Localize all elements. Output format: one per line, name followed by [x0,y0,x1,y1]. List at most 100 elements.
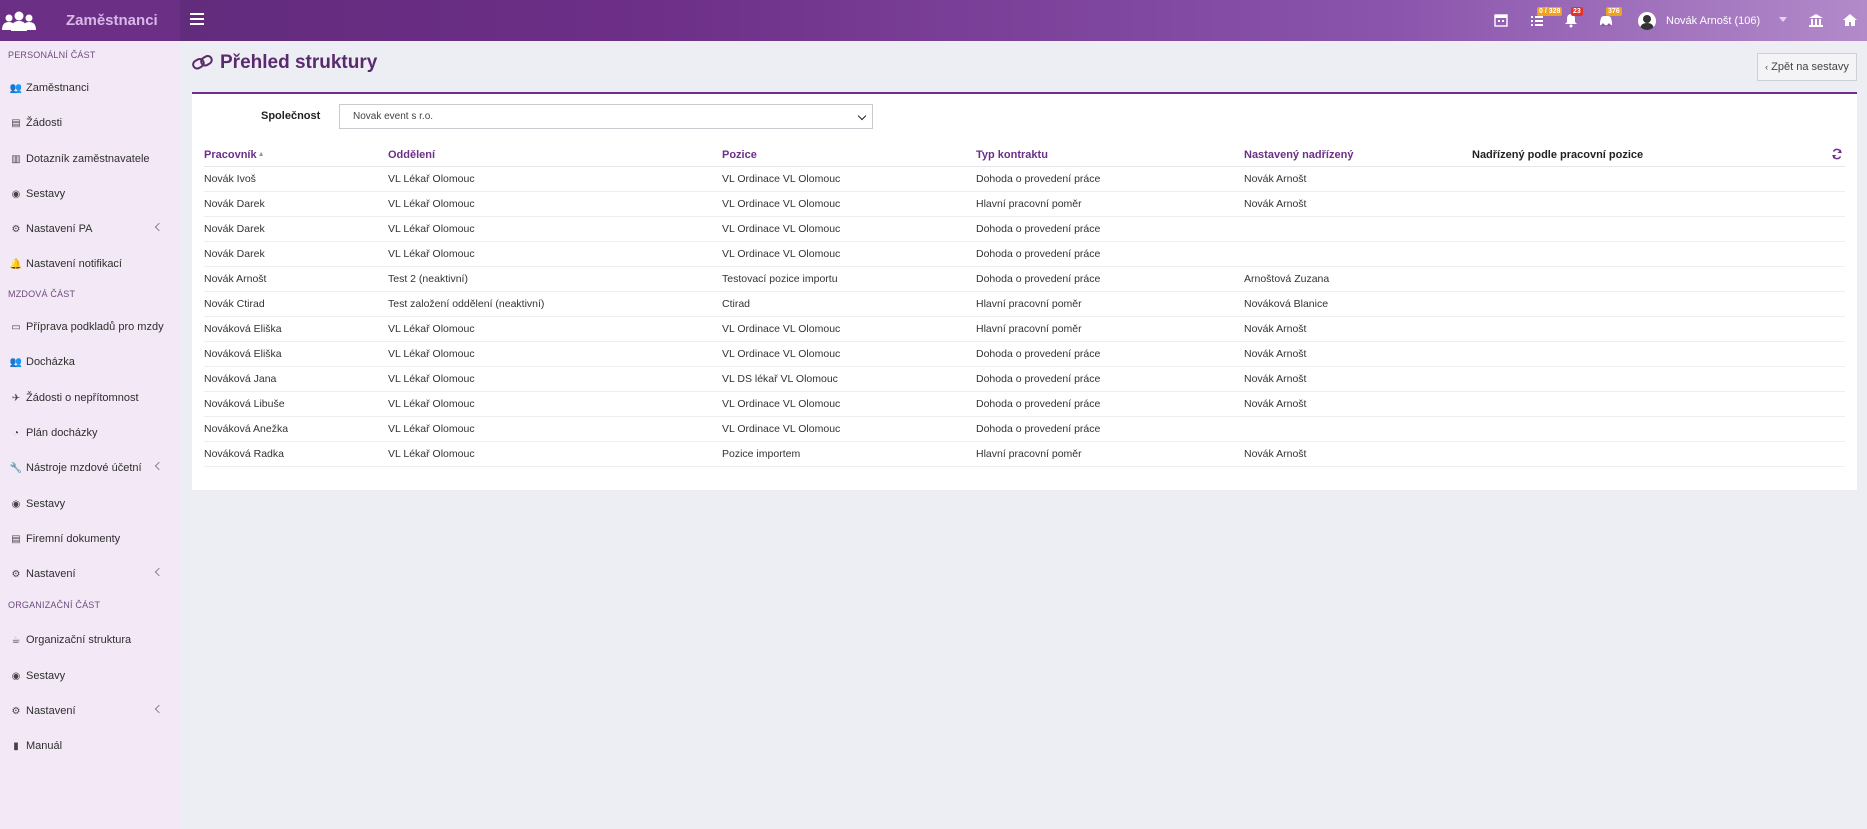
sidebar-item-sestavy-mzdy[interactable]: ◉ Sestavy [0,492,180,516]
table-cell: Nováková Libuše [204,398,285,410]
home-icon[interactable] [1842,12,1858,28]
sidebar-item-label: Nastavení [26,705,76,717]
table-row: Nováková Anežka VL Lékař Olomouc VL Ordina… [204,417,1845,442]
structure-panel: Společnost Novak event s r.o. Pracovník▲… [192,92,1857,490]
sidebar-item-nastaveni-notifikaci[interactable]: 🔔 Nastavení notifikací [0,252,180,276]
table-cell: Nováková Jana [204,373,277,385]
eye-icon: ◉ [11,498,21,510]
back-to-reports-button[interactable]: ‹ Zpět na sestavy [1757,53,1857,81]
table-row: Novák Darek VL Lékař Olomouc VL Ordinace V… [204,242,1845,267]
sidebar-item-zadosti[interactable]: ▤ Žádosti [0,111,180,135]
table-row: Novák Arnošt Test 2 (neaktivní) Testovací … [204,267,1845,292]
sidebar-item-label: Plán docházky [26,427,98,439]
sidebar-item-label: Příprava podkladů pro mzdy [26,321,164,333]
sidebar-item-sestavy-org[interactable]: ◉ Sestavy [0,664,180,688]
table-cell: Novák Darek [204,198,265,210]
table-cell: VL Ordinace VL Olomouc [722,348,841,360]
car-icon[interactable]: 376 [1598,7,1622,28]
column-header-nadrizeny-podle-pozice: Nadřízený podle pracovní pozice [1472,149,1644,161]
users-icon: 👥 [9,356,23,368]
column-header-pozice[interactable]: Pozice [722,149,757,161]
sidebar-item-zamestnanci[interactable]: 👥 Zaměstnanci [0,76,180,100]
sidebar-item-zadosti-nepritomnost[interactable]: ✈ Žádosti o nepřítomnost [0,386,180,410]
table-cell: Hlavní pracovní poměr [976,323,1082,335]
tasks-icon[interactable]: 0 / 328 [1529,7,1563,28]
sidebar-item-sestavy[interactable]: ◉ Sestavy [0,182,180,206]
table-row: Nováková Radka VL Lékař Olomouc Pozice imp… [204,442,1845,467]
page-header: Přehled struktury [192,52,377,74]
table-cell: Nováková Radka [204,448,284,460]
table-cell: Arnoštová Zuzana [1244,273,1330,285]
table-row: Nováková Libuše VL Lékař Olomouc VL Ordina… [204,392,1845,417]
refresh-icon[interactable] [1831,148,1843,160]
gears-icon: ⚙ [11,568,21,580]
sidebar-item-label: Sestavy [26,670,66,682]
column-header-typ-kontraktu[interactable]: Typ kontraktu [976,149,1048,161]
table-cell: Novák Arnošt [1244,373,1307,385]
app-title[interactable]: Zaměstnanci [66,12,158,29]
table-cell: Pozice importem [722,448,801,460]
table-row: Nováková Eliška VL Lékař Olomouc VL Ordina… [204,317,1845,342]
table-cell: Test 2 (neaktivní) [388,273,468,285]
table-cell: Dohoda o provedení práce [976,223,1101,235]
chevron-left-icon: ‹ [1765,62,1769,72]
book-icon: ▮ [13,740,19,752]
column-header-nastaveny-nadrizeny[interactable]: Nastavený nadřízený [1244,149,1353,161]
notifications-badge: 23 [1571,7,1583,16]
user-menu[interactable]: Novák Arnošt (106) [1638,11,1760,31]
table-cell: Novák Ctirad [204,298,265,310]
table-cell: Test založení oddělení (neaktivní) [388,298,545,310]
bank-icon[interactable] [1808,12,1824,28]
sidebar-item-nastaveni-mzdy[interactable]: ⚙ Nastavení [0,562,180,586]
gears-icon: ⚙ [11,705,21,717]
table-cell: Hlavní pracovní poměr [976,198,1082,210]
sidebar-item-label: Manuál [26,740,63,752]
company-label: Společnost [261,110,321,122]
sidebar-item-priprava-podkladu[interactable]: ▭ Příprava podkladů pro mzdy [0,315,180,339]
sidebar-item-nastroje-mzdove[interactable]: 🔧 Nástroje mzdové účetní [0,456,180,480]
sidebar-item-manual[interactable]: ▮ Manuál [0,734,180,758]
bell-icon[interactable]: 23 [1563,7,1583,28]
menu-toggle-icon[interactable] [190,13,204,27]
table-header: Pracovník▲ Oddělení Pozice Typ kontraktu… [204,145,1845,167]
sidebar: PERSONÁLNÍ ČÁST 👥 Zaměstnanci ▤ Žádosti … [0,41,180,829]
sidebar-item-organizacni-struktura[interactable]: ☕ Organizační struktura [0,628,180,652]
chevron-left-icon [154,567,164,577]
table-cell: Testovací pozice importu [722,273,838,285]
link-icon [192,55,213,70]
table-cell: VL Ordinace VL Olomouc [722,423,841,435]
sidebar-item-nastaveni-pa[interactable]: ⚙ Nastavení PA [0,217,180,241]
sidebar-item-label: Žádosti [26,117,63,129]
calendar-icon[interactable] [1493,12,1509,28]
column-header-pracovnik[interactable]: Pracovník▲ [204,149,265,161]
eye-icon: ◉ [11,670,21,682]
sidebar-item-nastaveni-org[interactable]: ⚙ Nastavení [0,699,180,723]
top-bar: Zaměstnanci 0 / 328 23 376 Novák Arnošt … [0,0,1867,41]
section-title-payroll: MZDOVÁ ČÁST [8,289,76,299]
table-cell: VL Ordinace VL Olomouc [722,198,841,210]
sidebar-item-dochazka[interactable]: 👥 Docházka [0,350,180,374]
chevron-left-icon [154,222,164,232]
column-header-label: Pracovník [204,149,257,161]
user-dropdown-caret-icon[interactable] [1779,17,1787,22]
column-header-oddeleni[interactable]: Oddělení [388,149,435,161]
chevron-down-icon [857,111,867,121]
users-logo-icon [2,11,36,31]
sidebar-item-label: Nástroje mzdové účetní [26,462,142,474]
table-row: Novák Ivoš VL Lékař Olomouc VL Ordinace VL… [204,167,1845,192]
sidebar-item-dotaznik[interactable]: ▥ Dotazník zaměstnavatele [0,147,180,171]
table-cell: Nováková Eliška [204,348,282,360]
table-cell: VL Lékař Olomouc [388,248,475,260]
table-cell: Ctirad [722,298,751,310]
table-cell: Novák Darek [204,223,265,235]
section-title-org: ORGANIZAČNÍ ČÁST [8,600,101,610]
sidebar-item-plan-dochazky[interactable]: ◔ Plán docházky [0,421,180,445]
table-cell: Dohoda o provedení práce [976,248,1101,260]
table-cell: Nováková Blanice [1244,298,1329,310]
table-row: Nováková Jana VL Lékař Olomouc VL DS lékař… [204,367,1845,392]
sidebar-item-label: Sestavy [26,498,66,510]
page-title: Přehled struktury [220,52,378,73]
sidebar-item-firemni-dokumenty[interactable]: ▤ Firemní dokumenty [0,527,180,551]
building-icon: ▥ [11,153,21,165]
company-select[interactable]: Novak event s r.o. [339,104,873,129]
